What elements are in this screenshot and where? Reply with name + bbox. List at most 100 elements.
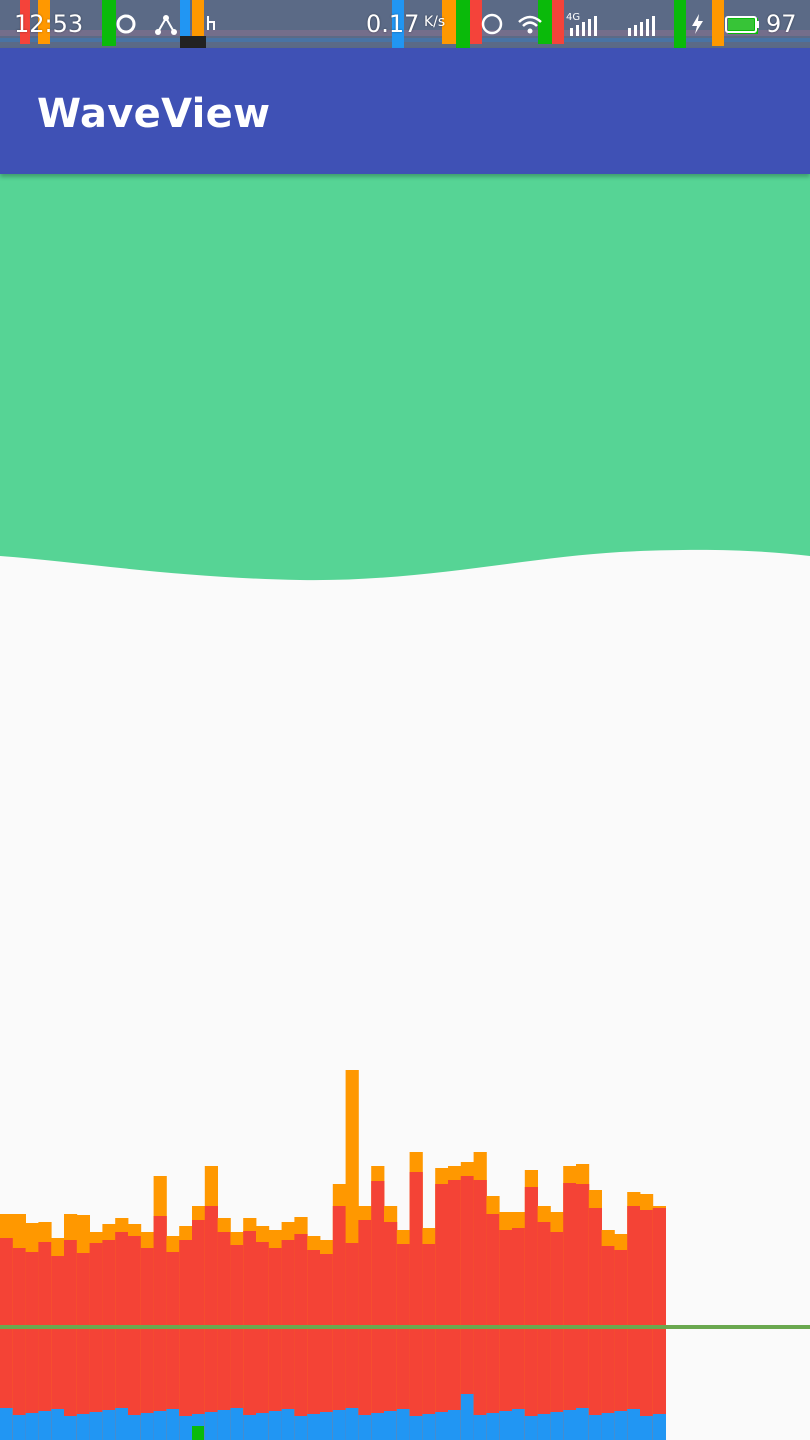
profile-bar-process [576, 1184, 590, 1440]
gpu-rendering-profile [0, 1070, 810, 1440]
profile-bar-process [64, 1240, 78, 1440]
status-time: 12:53 [14, 10, 84, 38]
wave-view [0, 174, 810, 581]
profile-bar-process [601, 1246, 615, 1440]
signal-icon [628, 16, 655, 36]
profile-bar-draw [89, 1412, 103, 1440]
profile-bar-process [192, 1220, 206, 1440]
profile-bar-draw [460, 1394, 474, 1440]
status-bar: 12:53 0.17 K/s 4G 97 [0, 0, 810, 48]
profile-bar-draw [345, 1408, 359, 1440]
profile-bar-process [524, 1187, 538, 1440]
profile-bar-process [499, 1230, 513, 1440]
profile-bar-process [409, 1172, 423, 1440]
profile-bar-draw [51, 1409, 65, 1440]
profile-bar-process [128, 1236, 142, 1440]
profile-bar-draw [563, 1410, 577, 1440]
profile-bar-draw [486, 1413, 500, 1440]
profile-bar-draw [294, 1416, 308, 1440]
profile-bar-process [550, 1232, 564, 1440]
profile-bar-draw [601, 1413, 615, 1440]
profile-bar-draw [166, 1409, 180, 1440]
profile-bar-draw [76, 1414, 90, 1440]
profile-bar-draw [588, 1415, 602, 1440]
profile-bar-process [89, 1243, 103, 1440]
profile-bar-draw [320, 1412, 334, 1440]
profile-bar-process [217, 1232, 231, 1440]
profile-bar-process [25, 1252, 39, 1440]
page-title: WaveView [37, 91, 271, 137]
profile-bar-draw [550, 1412, 564, 1440]
profile-bar-process [307, 1250, 321, 1440]
profile-bar-draw [358, 1415, 372, 1440]
profile-bar-draw [25, 1413, 39, 1440]
profile-bar-process [563, 1183, 577, 1440]
profile-bar-draw [524, 1416, 538, 1440]
profile-bar-draw [499, 1411, 513, 1440]
profile-bar-process [76, 1253, 90, 1440]
profile-bar-process [537, 1222, 551, 1440]
network-speed: 0.17 [366, 10, 420, 38]
profile-bar-process [38, 1242, 52, 1440]
profile-bar-draw [281, 1409, 295, 1440]
profile-bar-draw [0, 1408, 14, 1440]
profile-bar-process [384, 1222, 398, 1440]
profile-bar-draw [115, 1408, 129, 1440]
profile-bar-process [332, 1206, 346, 1440]
profile-bar-process [473, 1180, 487, 1440]
profile-bar-draw [230, 1408, 244, 1440]
profile-bar-draw [217, 1410, 231, 1440]
profile-bar-process [358, 1220, 372, 1440]
profile-bar-process [140, 1248, 154, 1440]
frame-threshold-line [0, 1325, 810, 1329]
profile-bar-draw [371, 1413, 385, 1440]
alarm-icon [481, 13, 503, 35]
profile-bar-draw [128, 1415, 142, 1440]
profile-bar-process [448, 1180, 462, 1440]
charging-icon [692, 14, 703, 34]
battery-icon [725, 16, 759, 33]
profile-bar-draw [307, 1414, 321, 1440]
profile-bar-draw [512, 1409, 526, 1440]
app-bar: WaveView [0, 48, 810, 174]
profile-bar-draw [614, 1411, 628, 1440]
profile-bar-draw [332, 1410, 346, 1440]
profile-bar-process [204, 1206, 218, 1440]
profile-bar-draw [627, 1409, 641, 1440]
profile-bar-process [435, 1184, 449, 1440]
profile-bar-draw [243, 1415, 257, 1440]
battery-percent: 97 [766, 10, 797, 38]
profile-bar-draw [140, 1413, 154, 1440]
profile-bar-draw [153, 1411, 167, 1440]
profile-bar-draw [179, 1416, 193, 1440]
profile-bar-process [588, 1208, 602, 1440]
profile-bar-draw [256, 1413, 270, 1440]
wave-shape [0, 174, 810, 581]
profile-bar-process [294, 1234, 308, 1440]
profile-bar-draw [448, 1410, 462, 1440]
svg-text:4G: 4G [566, 12, 580, 23]
profile-bar-draw [102, 1410, 116, 1440]
profile-bar-draw [422, 1414, 436, 1440]
profile-bar-process [627, 1206, 641, 1440]
usb-debug-icon [155, 15, 177, 35]
profile-bar-process [371, 1181, 385, 1440]
profile-bar-draw [652, 1414, 666, 1440]
profile-bar-draw [435, 1412, 449, 1440]
profile-bar-process [422, 1244, 436, 1440]
profile-bar-draw [537, 1414, 551, 1440]
profile-bar-process [652, 1208, 666, 1440]
profile-bar-draw [12, 1415, 26, 1440]
profile-bar-process [512, 1228, 526, 1440]
profile-bar-draw [576, 1408, 590, 1440]
touch-icon [207, 16, 215, 30]
profile-bar-process [243, 1231, 257, 1440]
wifi-icon [518, 15, 542, 34]
profile-marker [192, 1426, 204, 1440]
profile-bar-process [256, 1242, 270, 1440]
profile-bar-draw [396, 1409, 410, 1440]
network-speed-unit: K/s [424, 14, 446, 30]
profile-bar-draw [268, 1411, 282, 1440]
profile-bar-draw [384, 1411, 398, 1440]
profile-bar-draw [38, 1411, 52, 1440]
